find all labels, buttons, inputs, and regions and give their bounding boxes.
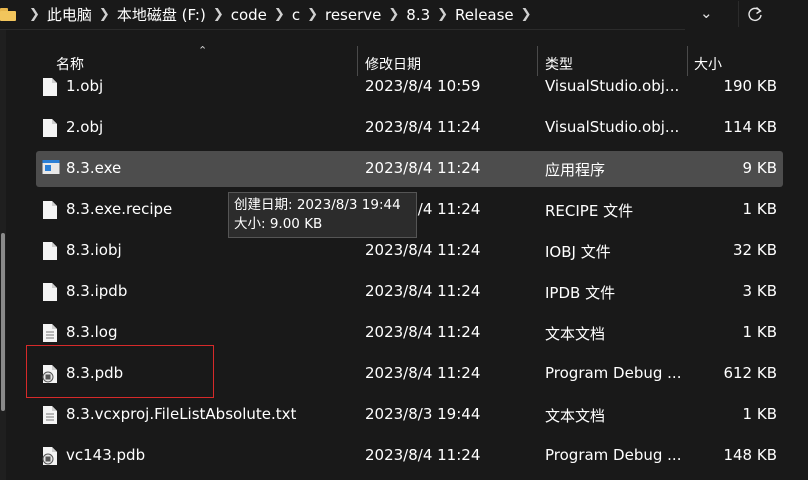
text-document-icon [42,405,58,425]
file-name: vc143.pdb [66,446,146,464]
breadcrumb-item-this-pc[interactable]: 此电脑 [47,4,92,25]
file-size: 612 KB [723,364,777,382]
file-type: 文本文档 [545,325,606,343]
file-row[interactable]: 2.obj 2023/8/4 11:24 VisualStudio.obj...… [36,110,783,146]
document-icon [42,118,58,138]
file-type: 文本文档 [545,407,606,425]
breadcrumb-item-release[interactable]: Release [455,6,514,24]
file-name: 2.obj [66,118,104,136]
exe-icon [42,159,60,179]
file-type: IPDB 文件 [545,284,616,302]
file-row[interactable]: vc143.pdb 2023/8/4 11:24 Program Debug .… [36,438,783,474]
navigation-pane-scrollbar[interactable] [0,30,6,480]
file-date: 2023/8/4 11:24 [365,282,481,300]
breadcrumb-separator-icon[interactable]: ❯ [29,7,40,22]
file-date: 2023/8/4 11:24 [365,159,481,177]
file-date: 2023/8/4 11:24 [365,323,481,341]
file-date: 2023/8/4 11:24 [365,241,481,259]
breadcrumb-separator-icon[interactable]: ❯ [437,7,448,22]
file-type: RECIPE 文件 [545,202,634,220]
file-size: 9 KB [742,159,777,177]
file-size: 148 KB [723,446,777,464]
file-type: VisualStudio.obj... [545,118,680,136]
file-date: 2023/8/4 11:24 [365,118,481,136]
file-row[interactable]: 8.3.iobj 2023/8/4 11:24 IOBJ 文件 32 KB [36,233,783,269]
text-document-icon [42,323,58,343]
breadcrumb-item-code[interactable]: code [231,6,267,24]
file-row[interactable]: 8.3.ipdb 2023/8/4 11:24 IPDB 文件 3 KB [36,274,783,310]
refresh-icon [748,6,762,21]
file-size: 190 KB [723,77,777,95]
file-row[interactable]: 8.3.vcxproj.FileListAbsolute.txt 2023/8/… [36,397,783,433]
file-type: Program Debug ... [545,364,682,382]
breadcrumb-separator-icon[interactable]: ❯ [213,7,224,22]
breadcrumb-separator-icon[interactable]: ❯ [99,7,110,22]
file-name: 8.3.vcxproj.FileListAbsolute.txt [66,405,297,423]
file-date: 2023/8/4 10:59 [365,77,481,95]
file-name: 8.3.exe [66,159,122,177]
refresh-button[interactable] [738,1,767,27]
document-icon [42,200,58,220]
file-name: 8.3.log [66,323,118,341]
file-row[interactable]: 1.obj 2023/8/4 10:59 VisualStudio.obj...… [36,69,783,105]
scrollbar-thumb[interactable] [1,233,5,411]
highlight-box [26,345,214,398]
sort-ascending-icon: ⌃ [198,44,208,57]
breadcrumb-separator-icon[interactable]: ❯ [307,7,318,22]
document-icon [42,282,58,302]
tooltip-created-date: 创建日期: 2023/8/3 19:44 [234,197,401,213]
breadcrumb-item-drive[interactable]: 本地磁盘 (F:) [117,4,206,25]
folder-icon [0,8,18,21]
file-type: 应用程序 [545,161,606,179]
breadcrumb-item-8-3[interactable]: 8.3 [406,6,430,24]
file-name: 8.3.iobj [66,241,122,259]
document-icon [42,241,58,261]
file-name: 1.obj [66,77,104,95]
tooltip-size: 大小: 9.00 KB [234,216,323,232]
file-name: 8.3.ipdb [66,282,128,300]
file-tooltip: 创建日期: 2023/8/3 19:44 大小: 9.00 KB [228,192,417,238]
file-type: VisualStudio.obj... [545,77,680,95]
file-date: 2023/8/4 11:24 [365,364,481,382]
file-size: 1 KB [742,323,777,341]
pdb-icon [42,446,58,466]
document-icon [42,77,58,97]
file-size: 1 KB [742,200,777,218]
breadcrumb-item-reserve[interactable]: reserve [325,6,381,24]
file-name: 8.3.exe.recipe [66,200,173,218]
file-type: IOBJ 文件 [545,243,611,261]
file-size: 1 KB [742,405,777,423]
file-date: 2023/8/3 19:44 [365,405,481,423]
breadcrumb-item-c[interactable]: c [292,6,300,24]
file-date: 2023/8/4 11:24 [365,446,481,464]
breadcrumb-separator-icon[interactable]: ❯ [521,7,532,22]
breadcrumb-separator-icon[interactable]: ❯ [388,7,399,22]
file-size: 32 KB [733,241,777,259]
file-type: Program Debug ... [545,446,682,464]
file-row-selected[interactable]: 8.3.exe 2023/8/4 11:24 应用程序 9 KB [36,151,783,187]
file-size: 3 KB [742,282,777,300]
breadcrumb-separator-icon[interactable]: ❯ [274,7,285,22]
address-bar[interactable]: ❯ 此电脑 ❯ 本地磁盘 (F:) ❯ code ❯ c ❯ reserve ❯… [0,0,685,30]
file-size: 114 KB [723,118,777,136]
history-dropdown-chevron-icon[interactable]: ⌄ [700,4,713,22]
